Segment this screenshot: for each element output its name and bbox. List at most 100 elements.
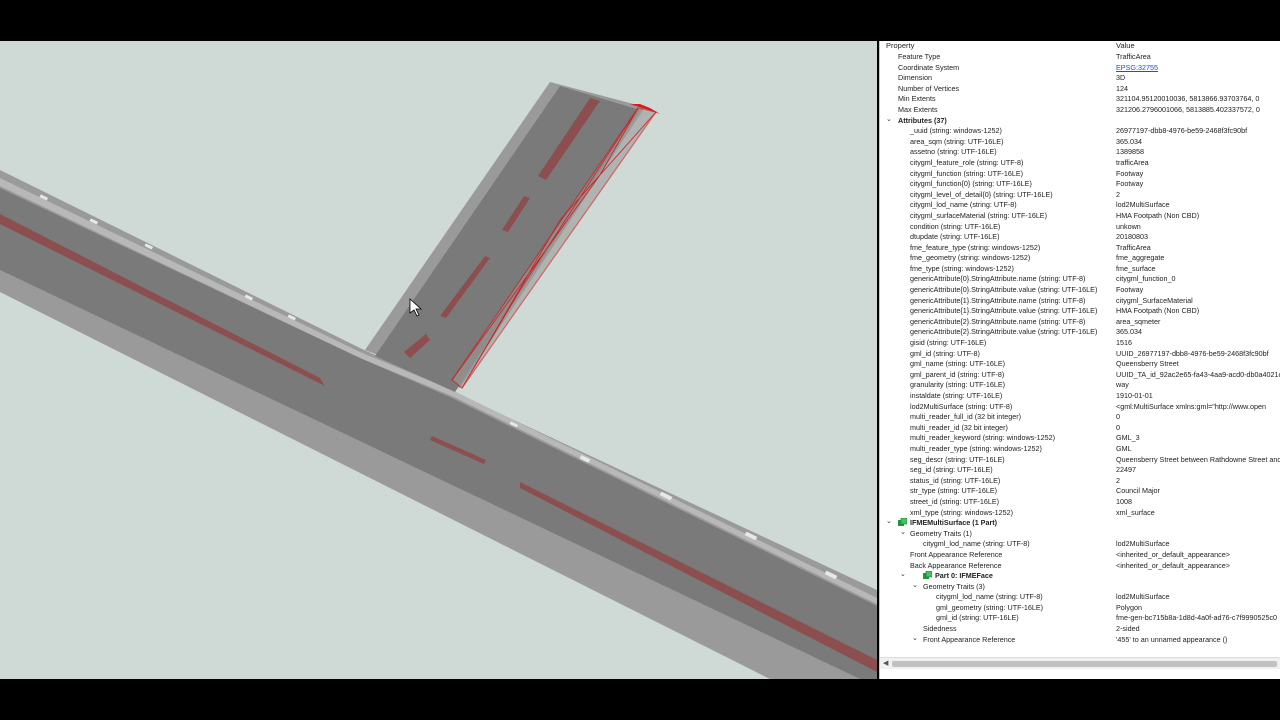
property-row[interactable]: street_id (string: UTF-16LE) 1008 — [880, 496, 1280, 507]
property-name: gml_geometry (string: UTF-16LE) — [936, 602, 1044, 612]
property-row[interactable]: ⌄ Attributes (37) — [880, 115, 1280, 126]
property-row[interactable]: ⌄ Geometry Traits (1) — [880, 528, 1280, 539]
property-row[interactable]: seg_id (string: UTF-16LE) 22497 — [880, 464, 1280, 475]
property-name: fme_feature_type (string: windows-1252) — [910, 242, 1041, 252]
property-row[interactable]: genericAttribute{1}.StringAttribute.valu… — [880, 305, 1280, 316]
property-row[interactable]: Front Appearance Reference <inherited_or_… — [880, 549, 1280, 560]
property-row[interactable]: dtupdate (string: UTF-16LE) 20180803 — [880, 231, 1280, 242]
property-row[interactable]: ⌄ IFMEMultiSurface (1 Part) — [880, 517, 1280, 528]
expand-toggle-icon[interactable]: ⌄ — [900, 528, 908, 536]
property-row[interactable]: citygml_level_of_detail{0} (string: UTF-… — [880, 189, 1280, 200]
property-row[interactable]: granularity (string: UTF-16LE) way — [880, 379, 1280, 390]
property-value: 365.034 — [1116, 136, 1142, 146]
property-row[interactable]: gml_id (string: UTF-8) UUID_26977197-dbb8… — [880, 348, 1280, 359]
road-scene[interactable] — [0, 41, 877, 679]
property-name: citygml_lod_name (string: UTF-8) — [936, 592, 1043, 602]
property-row[interactable]: citygml_lod_name (string: UTF-8) lod2Mult… — [880, 538, 1280, 549]
property-value: citygml_function_0 — [1116, 274, 1176, 284]
property-value: <inherited_or_default_appearance> — [1116, 560, 1230, 570]
property-name: multi_reader_id (32 bit integer) — [910, 422, 1008, 432]
property-value: <gml:MultiSurface xmlns:gml="http://www.… — [1116, 401, 1266, 411]
feature-information-panel[interactable]: Property Value Feature Type TrafficArea Co… — [879, 41, 1280, 679]
property-row[interactable]: gml_geometry (string: UTF-16LE) Polygon — [880, 602, 1280, 613]
property-row[interactable]: ⌄ Front Appearance Reference '455' to an u… — [880, 634, 1280, 645]
property-name: fme_type (string: windows-1252) — [910, 263, 1014, 273]
expand-toggle-icon[interactable]: ⌄ — [912, 581, 920, 589]
property-row[interactable]: ⌄ Geometry Traits (3) — [880, 581, 1280, 592]
coordinate-system-link[interactable]: EPSG:32755 — [1116, 63, 1280, 72]
property-row[interactable]: citygml_lod_name (string: UTF-8) lod2Mult… — [880, 199, 1280, 210]
property-name: citygml_lod_name (string: UTF-8) — [910, 200, 1017, 210]
property-row[interactable]: Min Extents 321104.95120010036, 5813866.9… — [880, 93, 1280, 104]
scrollbar-thumb[interactable] — [892, 661, 1277, 667]
header-value[interactable]: Value — [1116, 41, 1135, 50]
property-row[interactable]: Back Appearance Reference <inherited_or_d… — [880, 560, 1280, 571]
property-name: citygml_feature_role (string: UTF-8) — [910, 157, 1024, 167]
property-value: 3D — [1116, 73, 1126, 83]
expand-toggle-icon[interactable]: ⌄ — [912, 634, 920, 642]
property-row[interactable]: citygml_feature_role (string: UTF-8) traf… — [880, 157, 1280, 168]
3d-viewport[interactable] — [0, 41, 877, 679]
property-row[interactable]: Max Extents 321206.2796001066, 5813885.40… — [880, 104, 1280, 115]
property-name: lod2MultiSurface (string: UTF-8) — [910, 401, 1013, 411]
property-row[interactable]: genericAttribute{1}.StringAttribute.name… — [880, 295, 1280, 306]
property-value: fme_aggregate — [1116, 253, 1165, 263]
property-row[interactable]: genericAttribute{0}.StringAttribute.name… — [880, 273, 1280, 284]
property-name: Attributes (37) — [898, 115, 947, 125]
property-row[interactable]: area_sqm (string: UTF-16LE) 365.034 — [880, 136, 1280, 147]
property-value: 2-sided — [1116, 624, 1140, 634]
property-row[interactable]: multi_reader_type (string: windows-1252)… — [880, 443, 1280, 454]
property-row[interactable]: gisid (string: UTF-16LE) 1516 — [880, 337, 1280, 348]
property-value: 1910-01-01 — [1116, 391, 1153, 400]
property-name: genericAttribute{0}.StringAttribute.name… — [910, 274, 1086, 284]
property-row[interactable]: citygml_function (string: UTF-16LE) Footw… — [880, 168, 1280, 179]
property-row[interactable]: fme_type (string: windows-1252) fme_surfa… — [880, 263, 1280, 274]
scroll-left-icon[interactable]: ◀ — [883, 659, 888, 667]
property-row[interactable]: gml_name (string: UTF-16LE) Queensberry S… — [880, 358, 1280, 369]
property-name: Sidedness — [923, 624, 957, 634]
property-row[interactable]: citygml_surfaceMaterial (string: UTF-16L… — [880, 210, 1280, 221]
property-row[interactable]: citygml_function{0} (string: UTF-16LE) Fo… — [880, 178, 1280, 189]
property-row[interactable]: assetno (string: UTF-16LE) 1389858 — [880, 146, 1280, 157]
property-row[interactable]: status_id (string: UTF-16LE) 2 — [880, 475, 1280, 486]
property-row[interactable]: lod2MultiSurface (string: UTF-8) <gml:Mul… — [880, 401, 1280, 412]
property-row[interactable]: Coordinate System EPSG:32755 — [880, 62, 1280, 73]
property-row[interactable]: genericAttribute{2}.StringAttribute.valu… — [880, 326, 1280, 337]
property-value: 365.034 — [1116, 327, 1142, 337]
property-row[interactable]: genericAttribute{0}.StringAttribute.valu… — [880, 284, 1280, 295]
property-row[interactable]: condition (string: UTF-16LE) unkown — [880, 221, 1280, 232]
property-row[interactable]: gml_id (string: UTF-16LE) fme-gen-bc715b8… — [880, 612, 1280, 623]
property-row[interactable]: multi_reader_id (32 bit integer) 0 — [880, 422, 1280, 433]
property-value: Queensberry Street between Rathdowne Str… — [1116, 454, 1280, 464]
property-row[interactable]: seg_descr (string: UTF-16LE) Queensberry … — [880, 454, 1280, 465]
property-row[interactable]: genericAttribute{2}.StringAttribute.name… — [880, 316, 1280, 327]
property-value: 1516 — [1116, 338, 1132, 348]
property-row[interactable]: Sidedness 2-sided — [880, 623, 1280, 634]
property-value: 26977197-dbb8-4976-be59-2468f3fc90bf — [1116, 126, 1248, 136]
property-value: UUID_26977197-dbb8-4976-be59-2468f3fc90b… — [1116, 348, 1269, 358]
property-row[interactable]: citygml_lod_name (string: UTF-8) lod2Mult… — [880, 591, 1280, 602]
property-value: TrafficArea — [1116, 242, 1151, 252]
property-row[interactable]: str_type (string: UTF-16LE) Council Major — [880, 485, 1280, 496]
expand-toggle-icon[interactable]: ⌄ — [900, 570, 908, 578]
property-name: Geometry Traits (1) — [910, 528, 972, 538]
property-row[interactable]: _uuid (string: windows-1252) 26977197-dbb… — [880, 125, 1280, 136]
property-row[interactable]: Dimension 3D — [880, 72, 1280, 83]
header-property[interactable]: Property — [886, 41, 914, 50]
property-row[interactable]: Number of Vertices 124 — [880, 83, 1280, 94]
property-row[interactable]: fme_feature_type (string: windows-1252) T… — [880, 242, 1280, 253]
property-row[interactable]: gml_parent_id (string: UTF-8) UUID_TA_id_… — [880, 369, 1280, 380]
property-name: Min Extents — [898, 94, 936, 104]
property-row[interactable]: fme_geometry (string: windows-1252) fme_a… — [880, 252, 1280, 263]
expand-toggle-icon[interactable]: ⌄ — [886, 517, 894, 525]
expand-toggle-icon[interactable]: ⌄ — [886, 115, 894, 123]
property-row[interactable]: instaldate (string: UTF-16LE) 1910-01-01 — [880, 390, 1280, 401]
property-row[interactable]: Feature Type TrafficArea — [880, 51, 1280, 62]
property-tree[interactable]: Feature Type TrafficArea Coordinate System… — [880, 51, 1280, 644]
property-row[interactable]: ⌄ Part 0: IFMEFace — [880, 570, 1280, 581]
property-value: lod2MultiSurface — [1116, 200, 1170, 210]
property-row[interactable]: multi_reader_full_id (32 bit integer) 0 — [880, 411, 1280, 422]
horizontal-scrollbar[interactable]: ◀ — [880, 657, 1280, 669]
property-row[interactable]: multi_reader_keyword (string: windows-12… — [880, 432, 1280, 443]
property-row[interactable]: xml_type (string: windows-1252) xml_surfa… — [880, 507, 1280, 518]
